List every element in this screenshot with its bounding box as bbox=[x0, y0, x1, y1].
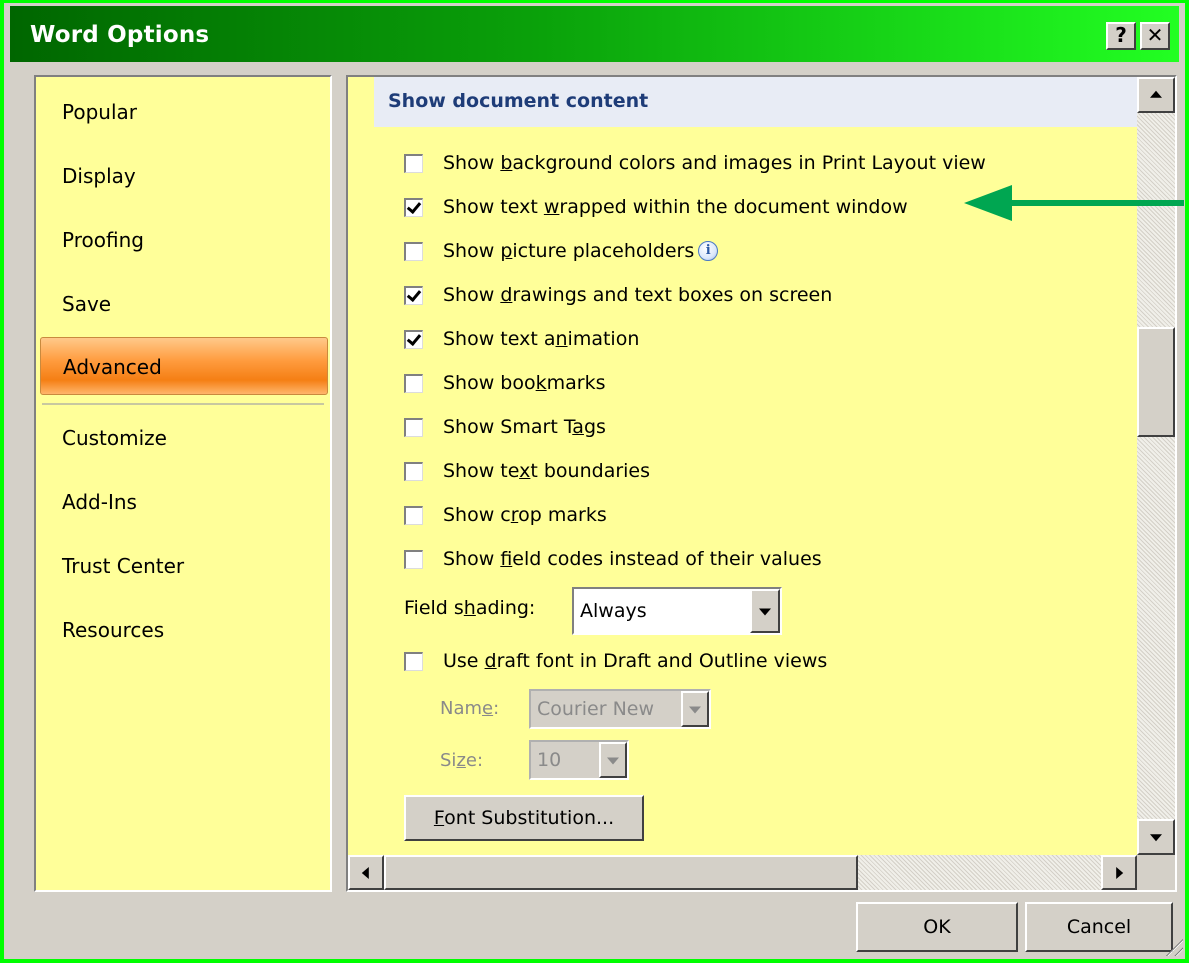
option-label: Show background colors and images in Pri… bbox=[443, 152, 986, 174]
cancel-button[interactable]: Cancel bbox=[1025, 902, 1173, 952]
arrow-left-icon bbox=[361, 866, 369, 879]
option-drawings-text-boxes[interactable]: Show drawings and text boxes on screen bbox=[404, 277, 832, 313]
checkbox-bookmarks[interactable] bbox=[404, 373, 423, 393]
close-icon: ✕ bbox=[1146, 23, 1164, 47]
option-picture-placeholders[interactable]: Show picture placeholders i bbox=[404, 233, 719, 269]
checkbox-crop-marks[interactable] bbox=[404, 505, 423, 525]
font-substitution-button[interactable]: Font Substitution... bbox=[404, 795, 644, 841]
green-arrow-icon bbox=[964, 185, 1184, 221]
option-label: Show picture placeholders bbox=[443, 240, 695, 262]
option-background-colors[interactable]: Show background colors and images in Pri… bbox=[404, 145, 986, 181]
nav-separator bbox=[42, 403, 324, 405]
scroll-down-button[interactable] bbox=[1137, 819, 1175, 855]
checkbox-text-wrapped[interactable] bbox=[404, 197, 423, 217]
field-shading-dropdown-button[interactable] bbox=[750, 589, 780, 633]
scroll-right-button[interactable] bbox=[1101, 855, 1137, 890]
arrow-down-icon bbox=[1150, 834, 1162, 842]
word-options-dialog: Word Options ? ✕ Popular Display Proofin… bbox=[0, 0, 1189, 963]
chevron-down-icon bbox=[607, 757, 619, 765]
arrow-right-icon bbox=[1116, 866, 1124, 879]
nav-item-popular[interactable]: Popular bbox=[40, 83, 328, 141]
option-label: Show Smart Tags bbox=[443, 416, 606, 438]
option-label: Show crop marks bbox=[443, 504, 607, 526]
arrow-up-icon bbox=[1150, 90, 1162, 98]
nav-item-add-ins[interactable]: Add-Ins bbox=[40, 473, 328, 531]
nav-item-trust-center[interactable]: Trust Center bbox=[40, 537, 328, 595]
option-label: Show text boundaries bbox=[443, 460, 651, 482]
draft-font-size-dropdown-button[interactable] bbox=[599, 742, 627, 778]
nav-item-save[interactable]: Save bbox=[40, 275, 328, 333]
ok-button[interactable]: OK bbox=[856, 902, 1018, 952]
category-nav: Popular Display Proofing Save Advanced C… bbox=[34, 75, 332, 892]
option-label: Use draft font in Draft and Outline view… bbox=[443, 650, 828, 672]
option-smart-tags[interactable]: Show Smart Tags bbox=[404, 409, 606, 445]
option-draft-font[interactable]: Use draft font in Draft and Outline view… bbox=[404, 643, 827, 679]
checkbox-background-colors[interactable] bbox=[404, 153, 423, 173]
vertical-scroll-thumb[interactable] bbox=[1137, 327, 1175, 437]
draft-font-size-value: 10 bbox=[537, 749, 562, 771]
option-text-animation[interactable]: Show text animation bbox=[404, 321, 639, 357]
title-bar[interactable]: Word Options ? ✕ bbox=[10, 6, 1179, 62]
horizontal-scroll-thumb[interactable] bbox=[384, 855, 858, 890]
checkbox-picture-placeholders[interactable] bbox=[404, 241, 423, 261]
draft-font-name-dropdown-button[interactable] bbox=[681, 691, 709, 727]
checkbox-drawings-text-boxes[interactable] bbox=[404, 285, 423, 305]
nav-item-resources[interactable]: Resources bbox=[40, 601, 328, 659]
draft-font-size-select[interactable]: 10 bbox=[529, 740, 629, 780]
checkbox-text-boundaries[interactable] bbox=[404, 461, 423, 481]
section-header: Show document content bbox=[374, 77, 1137, 127]
field-shading-select[interactable]: Always bbox=[572, 587, 782, 635]
checkbox-draft-font[interactable] bbox=[404, 651, 423, 671]
draft-font-name-select[interactable]: Courier New bbox=[529, 689, 711, 729]
option-label: Show text wrapped within the document wi… bbox=[443, 196, 908, 218]
close-button[interactable]: ✕ bbox=[1140, 22, 1170, 50]
scrollbar-corner bbox=[1137, 855, 1175, 890]
help-button[interactable]: ? bbox=[1106, 22, 1136, 50]
draft-font-size-label: Size: bbox=[440, 750, 484, 771]
nav-item-display[interactable]: Display bbox=[40, 147, 328, 205]
window-title: Word Options bbox=[30, 22, 210, 48]
option-label: Show text animation bbox=[443, 328, 640, 350]
option-text-wrapped[interactable]: Show text wrapped within the document wi… bbox=[404, 189, 908, 225]
field-shading-label: Field shading: bbox=[404, 597, 536, 619]
chevron-down-icon bbox=[689, 706, 701, 714]
checkbox-text-animation[interactable] bbox=[404, 329, 423, 349]
nav-item-advanced[interactable]: Advanced bbox=[40, 337, 328, 395]
option-crop-marks[interactable]: Show crop marks bbox=[404, 497, 607, 533]
option-label: Show drawings and text boxes on screen bbox=[443, 284, 833, 306]
option-label: Show bookmarks bbox=[443, 372, 606, 394]
option-text-boundaries[interactable]: Show text boundaries bbox=[404, 453, 650, 489]
draft-font-name-value: Courier New bbox=[537, 698, 655, 720]
horizontal-scrollbar[interactable] bbox=[348, 855, 1137, 890]
info-icon[interactable]: i bbox=[698, 241, 719, 261]
nav-item-proofing[interactable]: Proofing bbox=[40, 211, 328, 269]
scroll-left-button[interactable] bbox=[348, 855, 384, 890]
option-bookmarks[interactable]: Show bookmarks bbox=[404, 365, 606, 401]
checkbox-field-codes[interactable] bbox=[404, 549, 423, 569]
chevron-down-icon bbox=[759, 608, 771, 616]
scroll-up-button[interactable] bbox=[1137, 77, 1175, 113]
field-shading-value: Always bbox=[580, 600, 647, 622]
draft-font-name-label: Name: bbox=[440, 698, 500, 719]
option-label: Show field codes instead of their values bbox=[443, 548, 822, 570]
nav-item-customize[interactable]: Customize bbox=[40, 409, 328, 467]
checkbox-smart-tags[interactable] bbox=[404, 417, 423, 437]
option-field-codes[interactable]: Show field codes instead of their values bbox=[404, 541, 822, 577]
